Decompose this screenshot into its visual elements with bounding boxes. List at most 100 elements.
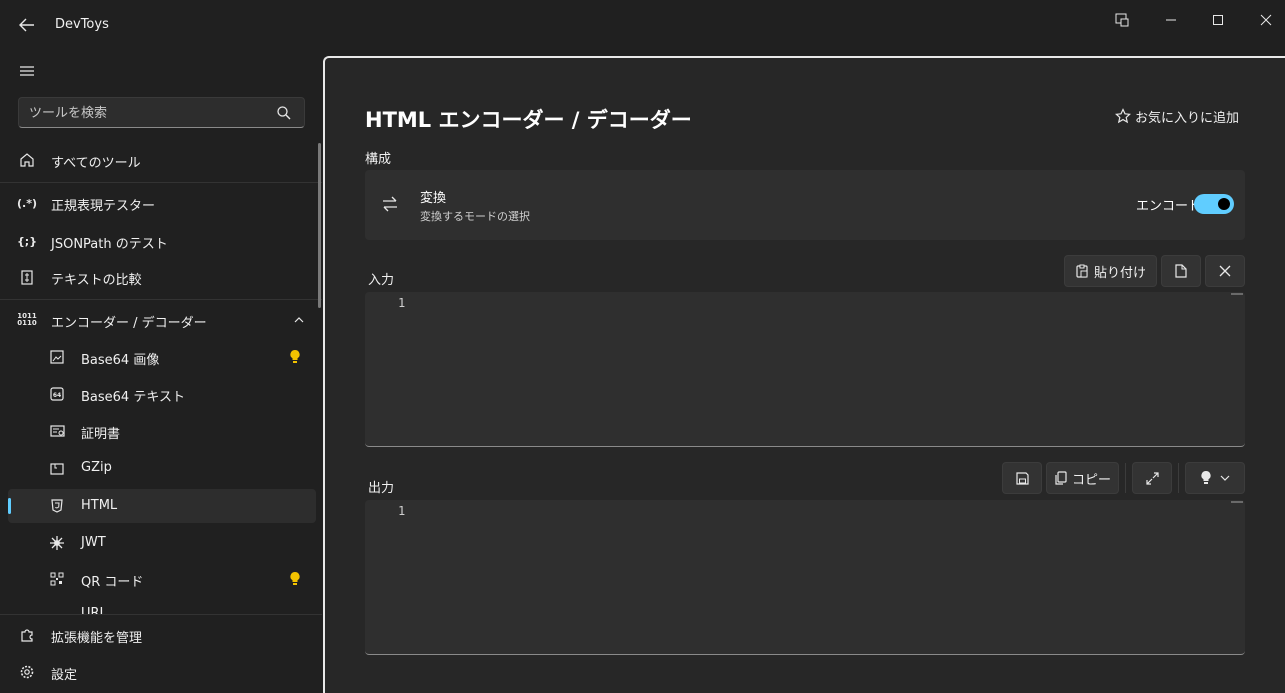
sidebar: すべてのツール (.*) 正規表現テスター {;} JSONPath のテスト … <box>0 50 322 693</box>
page-title: HTML エンコーダー / デコーダー <box>365 108 692 132</box>
image-icon <box>48 349 66 365</box>
sidebar-item-jwt[interactable]: JWT <box>8 526 316 560</box>
minimize-button[interactable] <box>1156 10 1186 30</box>
sidebar-item-text-diff[interactable]: テキストの比較 <box>8 260 316 294</box>
search-input[interactable] <box>29 104 269 122</box>
expand-button[interactable] <box>1132 462 1172 494</box>
minimize-icon <box>1166 19 1176 21</box>
lightbulb-icon <box>290 572 300 585</box>
sidebar-item-manage-extensions[interactable]: 拡張機能を管理 <box>8 618 316 652</box>
gear-icon <box>18 664 36 680</box>
sidebar-item-url[interactable]: URL <box>8 602 316 614</box>
svg-text:64: 64 <box>53 392 61 399</box>
sidebar-item-label: 証明書 <box>81 427 121 442</box>
sidebar-item-label: Base64 画像 <box>81 353 160 368</box>
back-button[interactable] <box>16 14 38 36</box>
sidebar-item-regex-tester[interactable]: (.*) 正規表現テスター <box>8 186 316 220</box>
sidebar-item-label: 拡張機能を管理 <box>51 631 143 646</box>
sidebar-divider <box>0 299 322 300</box>
home-icon <box>18 152 36 168</box>
toolbar-separator <box>1178 463 1179 493</box>
conversion-subtitle: 変換するモードの選択 <box>420 210 530 223</box>
clipboard-icon <box>1076 264 1088 278</box>
html5-icon <box>48 498 66 514</box>
hamburger-icon <box>20 66 34 76</box>
sidebar-item-label: 正規表現テスター <box>51 199 156 214</box>
sidebar-item-qr-code[interactable]: QR コード <box>8 562 316 596</box>
save-icon <box>1015 471 1029 485</box>
sidebar-item-all-tools[interactable]: すべてのツール <box>8 143 316 177</box>
toolbar-separator <box>1125 463 1126 493</box>
sidebar-item-label: GZip <box>81 460 112 475</box>
json-icon: {;} <box>16 234 38 248</box>
input-section-label: 入力 <box>368 273 395 288</box>
lightbulb-icon <box>290 350 300 363</box>
output-section-label: 出力 <box>368 481 395 496</box>
copy-button[interactable]: コピー <box>1046 462 1119 494</box>
sidebar-item-label: Base64 テキスト <box>81 390 185 405</box>
close-icon <box>1260 14 1272 26</box>
swap-arrows-icon <box>383 196 397 212</box>
sidebar-group-encoders-decoders[interactable]: 1011 0110 エンコーダー / デコーダー <box>8 303 316 337</box>
add-to-favorites-button[interactable]: お気に入りに追加 <box>1115 106 1239 126</box>
line-number: 1 <box>398 296 406 310</box>
chevron-up-icon[interactable] <box>292 313 306 327</box>
config-section-label: 構成 <box>365 152 392 167</box>
app-title: DevToys <box>55 17 109 32</box>
paste-button[interactable]: 貼り付け <box>1064 255 1157 287</box>
search-icon[interactable] <box>276 105 292 121</box>
jwt-icon <box>48 535 66 551</box>
sidebar-item-base64-text[interactable]: 64 Base64 テキスト <box>8 377 316 411</box>
sidebar-item-label: すべてのツール <box>51 156 141 171</box>
base64-text-icon: 64 <box>48 386 66 402</box>
clear-button[interactable] <box>1205 255 1245 287</box>
smart-detection-dropdown[interactable] <box>1185 462 1245 494</box>
editor-scroll-indicator <box>1231 501 1243 503</box>
text-compare-icon <box>18 269 36 285</box>
sidebar-divider <box>0 614 322 615</box>
sidebar-item-label: HTML <box>81 498 118 513</box>
sidebar-item-html[interactable]: HTML <box>8 489 316 523</box>
back-arrow-icon <box>19 18 34 32</box>
file-icon <box>1175 264 1187 278</box>
sidebar-scrollbar[interactable] <box>318 143 321 308</box>
maximize-button[interactable] <box>1203 10 1233 30</box>
expand-icon <box>1145 471 1159 485</box>
compact-overlay-icon <box>1115 13 1129 27</box>
close-window-button[interactable] <box>1251 10 1281 30</box>
star-icon <box>1115 108 1131 124</box>
output-editor[interactable]: 1 <box>365 500 1245 655</box>
puzzle-icon <box>18 627 36 643</box>
chevron-down-icon <box>1220 475 1229 481</box>
close-icon <box>1219 265 1231 277</box>
sidebar-divider <box>0 182 322 183</box>
sidebar-item-gzip[interactable]: GZip <box>8 451 316 485</box>
conversion-title: 変換 <box>420 191 447 206</box>
search-box[interactable] <box>18 97 305 128</box>
open-file-button[interactable] <box>1161 255 1201 287</box>
copy-icon <box>1055 471 1067 485</box>
title-bar: DevToys <box>0 0 1285 50</box>
regex-icon: (.*) <box>17 196 37 210</box>
sidebar-item-label: エンコーダー / デコーダー <box>51 316 207 331</box>
paste-label: 貼り付け <box>1093 265 1146 281</box>
sidebar-item-settings[interactable]: 設定 <box>8 655 316 689</box>
input-editor[interactable]: 1 <box>365 292 1245 447</box>
save-button[interactable] <box>1002 462 1042 494</box>
encode-decode-toggle[interactable] <box>1194 194 1234 214</box>
sidebar-item-label: JWT <box>81 535 106 550</box>
menu-toggle-button[interactable] <box>16 62 38 80</box>
sidebar-item-jsonpath[interactable]: {;} JSONPath のテスト <box>8 224 316 258</box>
sidebar-item-label: JSONPath のテスト <box>51 237 168 252</box>
toggle-state-label: エンコード <box>1136 199 1202 214</box>
sidebar-item-label: テキストの比較 <box>51 273 142 288</box>
binary-icon: 1011 0110 <box>17 312 37 327</box>
sidebar-item-base64-image[interactable]: Base64 画像 <box>8 340 316 374</box>
line-number: 1 <box>398 504 406 518</box>
sidebar-item-certificate[interactable]: 証明書 <box>8 414 316 448</box>
editor-scroll-indicator <box>1231 293 1243 295</box>
compact-overlay-button[interactable] <box>1107 10 1137 30</box>
qr-code-icon <box>48 571 66 587</box>
favorite-label: お気に入りに追加 <box>1135 110 1240 126</box>
sidebar-item-label: 設定 <box>51 668 78 683</box>
